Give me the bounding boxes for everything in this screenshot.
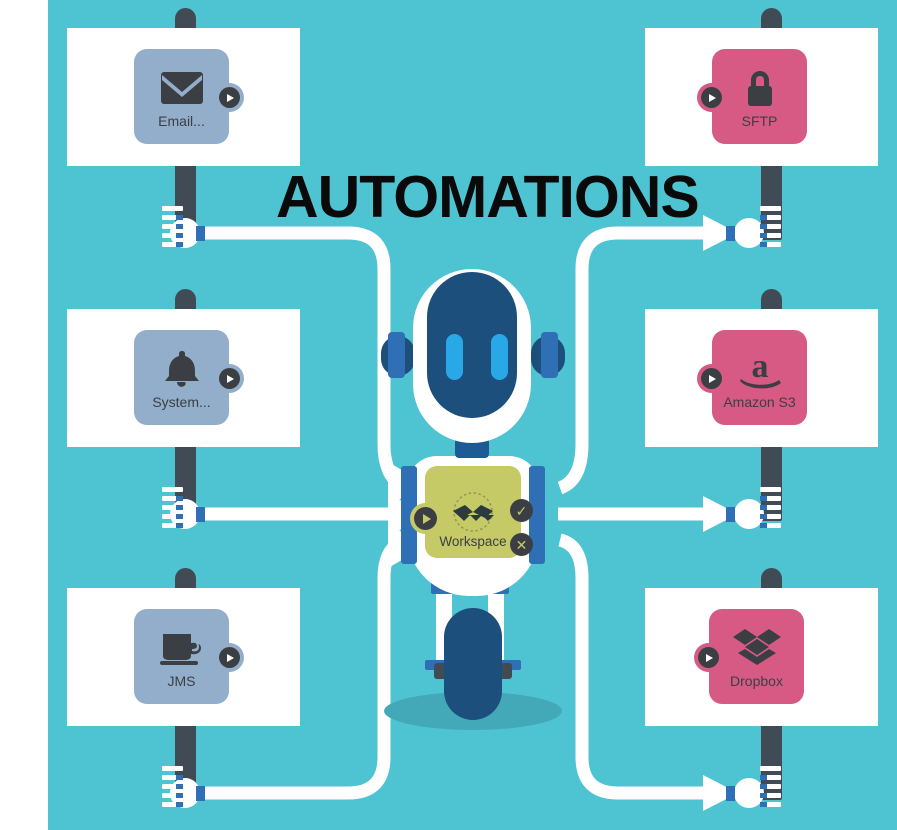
robot-eye-right: [491, 334, 508, 380]
destination-card-2: a Amazon S3: [645, 309, 878, 447]
workspace-label: Workspace: [439, 534, 507, 549]
source-run-button-2[interactable]: [215, 364, 244, 393]
destination-run-button-3[interactable]: [694, 643, 723, 672]
play-icon: [219, 368, 240, 389]
workspace-success-badge[interactable]: ✓: [510, 499, 533, 522]
workspace-error-badge[interactable]: ✕: [510, 533, 533, 556]
destination-card-1: SFTP: [645, 28, 878, 166]
play-icon: [414, 507, 437, 530]
source-run-button-1[interactable]: [215, 83, 244, 112]
page-title: AUTOMATIONS: [276, 164, 700, 230]
screenshot-root: AUTOMATIONS Workspace ✓ ✕ Email... Syste…: [0, 0, 897, 830]
robot-tab-in-3: [401, 528, 417, 564]
automation-canvas: AUTOMATIONS Workspace ✓ ✕ Email... Syste…: [48, 0, 897, 830]
source-label-email: Email...: [158, 112, 205, 129]
destination-label-dropbox: Dropbox: [730, 672, 783, 689]
source-card-2: System...: [67, 309, 300, 447]
play-icon: [701, 368, 722, 389]
coffee-cup-icon: [158, 625, 206, 671]
destination-card-3: Dropbox: [645, 588, 878, 726]
destination-run-button-2[interactable]: [697, 364, 726, 393]
destination-label-sftp: SFTP: [741, 112, 778, 129]
play-icon: [701, 87, 722, 108]
destination-node-dropbox[interactable]: Dropbox: [709, 609, 804, 704]
dropbox-icon: [732, 625, 782, 671]
robot-eye-left: [446, 334, 463, 380]
destination-run-button-1[interactable]: [697, 83, 726, 112]
envelope-icon: [160, 65, 204, 111]
destination-node-amazon-s3[interactable]: a Amazon S3: [712, 330, 807, 425]
lock-icon: [740, 65, 780, 111]
robot-earplate-left: [388, 332, 405, 378]
source-run-button-3[interactable]: [215, 643, 244, 672]
play-icon: [698, 647, 719, 668]
source-card-1: Email...: [67, 28, 300, 166]
play-icon: [219, 87, 240, 108]
destination-label-amazon-s3: Amazon S3: [723, 393, 796, 410]
destination-node-sftp[interactable]: SFTP: [712, 49, 807, 144]
robot-earplate-right: [541, 332, 558, 378]
workspace-seal-logo: [453, 492, 494, 532]
play-icon: [219, 647, 240, 668]
bell-icon: [160, 346, 204, 392]
source-label-system: System...: [152, 393, 211, 410]
source-label-jms: JMS: [167, 672, 196, 689]
amazon-icon: a: [734, 346, 786, 392]
source-card-3: JMS: [67, 588, 300, 726]
workspace-run-button[interactable]: [410, 503, 441, 534]
robot-wheel: [444, 608, 502, 720]
svg-text:a: a: [751, 348, 768, 385]
